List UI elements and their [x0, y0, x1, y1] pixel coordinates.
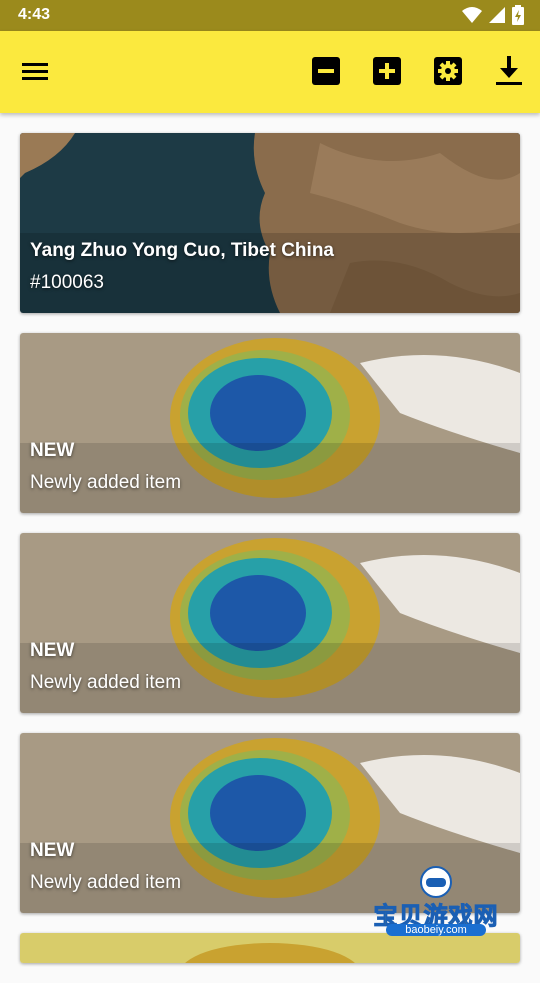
settings-button[interactable]	[433, 56, 463, 86]
battery-icon	[512, 5, 524, 25]
card-title: Yang Zhuo Yong Cuo, Tibet China	[30, 240, 334, 261]
menu-icon	[22, 63, 48, 80]
zoom-in-button[interactable]	[372, 56, 402, 86]
card-item[interactable]: NEW Newly added item	[20, 333, 520, 513]
status-icons	[462, 5, 524, 25]
card-item[interactable]: NEW Newly added item	[20, 533, 520, 713]
card-subtitle: Newly added item	[30, 672, 182, 693]
menu-button[interactable]	[20, 56, 50, 86]
card-subtitle: Newly added item	[30, 472, 182, 493]
card-subtitle: Newly added item	[30, 872, 182, 893]
zoom-out-button[interactable]	[311, 56, 341, 86]
watermark-logo: 宝贝游戏网 baobeiy.com	[366, 866, 506, 946]
card-title: NEW	[30, 440, 75, 461]
card-subtitle: #100063	[30, 272, 104, 293]
wifi-icon	[462, 7, 482, 23]
signal-icon	[489, 7, 505, 23]
minus-box-icon	[312, 57, 340, 85]
status-bar: 4:43	[0, 0, 540, 31]
card-title: NEW	[30, 840, 75, 861]
watermark-url: baobeiy.com	[386, 924, 486, 936]
download-icon	[496, 56, 522, 85]
toolbar	[0, 31, 540, 113]
settings-box-icon	[434, 57, 462, 85]
download-button[interactable]	[494, 56, 524, 86]
status-time: 4:43	[18, 6, 51, 23]
card-item[interactable]: Yang Zhuo Yong Cuo, Tibet China #100063	[20, 133, 520, 313]
card-title: NEW	[30, 640, 75, 661]
plus-box-icon	[373, 57, 401, 85]
gamepad-icon	[420, 866, 452, 898]
item-list: Yang Zhuo Yong Cuo, Tibet China #100063 …	[20, 133, 520, 983]
